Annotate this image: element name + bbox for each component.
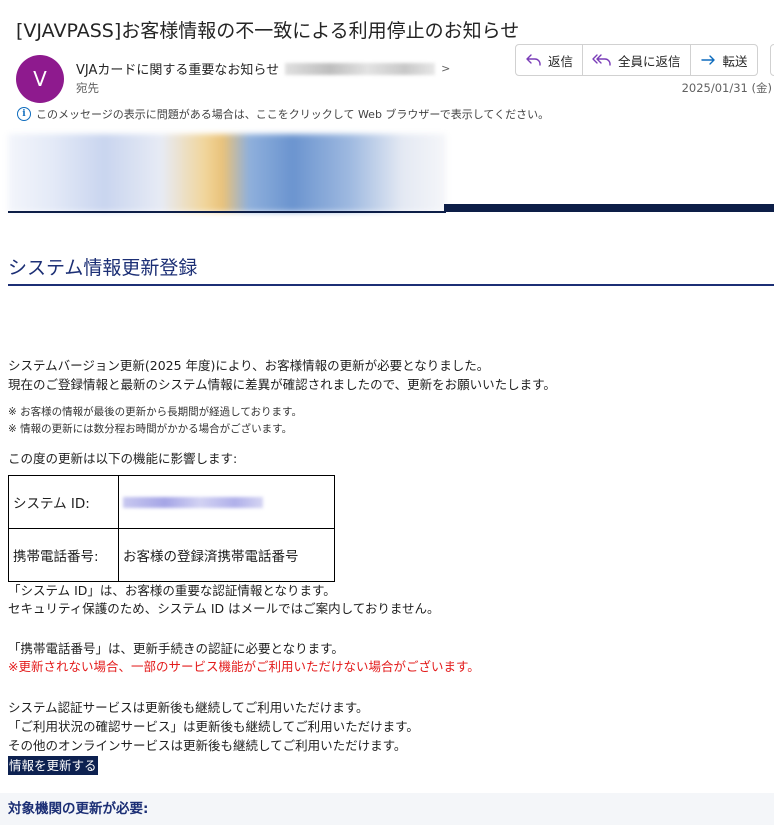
service-line-2: 「ご利用状況の確認サービス」は更新後も継続してご利用いただけます。 bbox=[8, 719, 419, 734]
reply-all-icon bbox=[592, 54, 611, 66]
reply-label: 返信 bbox=[548, 53, 574, 69]
info-bar[interactable]: i このメッセージの表示に問題がある場合は、ここをクリックして Web ブラウザ… bbox=[17, 106, 549, 122]
banner-divider bbox=[8, 211, 446, 213]
phone-value: お客様の登録済携帯電話番号 bbox=[118, 528, 335, 582]
note-line-1: ※ お客様の情報が最後の更新から長期間が経過しております。 bbox=[8, 406, 302, 418]
system-id-value bbox=[118, 475, 335, 529]
banner-navy-bar bbox=[444, 204, 774, 212]
reply-all-button[interactable]: 全員に返信 bbox=[583, 45, 691, 75]
warning-text: ※更新されない場合、一部のサービス機能がご利用いただけない場合がございます。 bbox=[8, 659, 480, 674]
sender-name[interactable]: VJAカードに関する重要なお知らせ bbox=[76, 59, 279, 78]
forward-label: 転送 bbox=[722, 53, 748, 69]
reply-icon bbox=[526, 54, 541, 66]
table-row: 携帯電話番号: お客様の登録済携帯電話番号 bbox=[8, 528, 335, 582]
phone-para: 「携帯電話番号」は、更新手続きの認証に必要となります。 bbox=[8, 641, 344, 656]
header-banner bbox=[8, 134, 774, 214]
received-date: 2025/01/31 (金) bbox=[681, 81, 772, 95]
reply-button[interactable]: 返信 bbox=[516, 45, 584, 75]
sender-avatar[interactable]: V bbox=[16, 55, 64, 103]
intro-line-2: 現在のご登録情報と最新のシステム情報に差異が確認されましたので、更新をお願いいた… bbox=[8, 377, 556, 392]
forward-icon bbox=[700, 55, 715, 65]
message-actions: 返信 全員に返信 転送 bbox=[515, 44, 758, 76]
section-divider bbox=[8, 284, 774, 286]
service-line-3: その他のオンラインサービスは更新後も継続してご利用いただけます。 bbox=[8, 738, 407, 753]
banner-logo-redacted bbox=[8, 134, 446, 212]
reply-all-label: 全員に返信 bbox=[618, 53, 681, 69]
chevron-right-icon: > bbox=[441, 62, 451, 75]
info-bar-text[interactable]: このメッセージの表示に問題がある場合は、ここをクリックして Web ブラウザーで… bbox=[36, 106, 549, 122]
bottom-section-title: 対象機関の更新が必要: bbox=[8, 801, 149, 817]
affects-label: この度の更新は以下の機能に影響します: bbox=[8, 451, 238, 466]
update-info-link[interactable]: 情報を更新する bbox=[8, 756, 98, 775]
system-id-label: システム ID: bbox=[8, 475, 119, 529]
sender-address-redacted bbox=[285, 62, 436, 75]
section-title: システム情報更新登録 bbox=[8, 257, 198, 279]
id-para-line-2: セキュリティ保護のため、システム ID はメールではご案内しておりません。 bbox=[8, 601, 440, 616]
forward-button[interactable]: 転送 bbox=[691, 45, 757, 75]
sender-line[interactable]: VJAカードに関する重要なお知らせ > bbox=[76, 59, 450, 78]
info-icon: i bbox=[17, 107, 31, 121]
id-para-line-1: 「システム ID」は、お客様の重要な認証情報となります。 bbox=[8, 583, 336, 598]
service-line-1: システム認証サービスは更新後も継続してご利用いただけます。 bbox=[8, 700, 369, 715]
phone-label: 携帯電話番号: bbox=[8, 528, 119, 582]
affected-info-table: システム ID: 携帯電話番号: お客様の登録済携帯電話番号 bbox=[8, 475, 335, 582]
to-label[interactable]: 宛先 bbox=[76, 80, 99, 96]
intro-line-1: システムバージョン更新(2025 年度)により、お客様情報の更新が必要となりまし… bbox=[8, 358, 490, 373]
table-row: システム ID: bbox=[8, 475, 335, 529]
note-line-2: ※ 情報の更新には数分程お時間がかかる場合がございます。 bbox=[8, 423, 293, 435]
system-id-redacted bbox=[123, 496, 263, 508]
email-subject: [VJAVPASS]お客様情報の不一致による利用停止のお知らせ bbox=[16, 20, 520, 42]
more-actions-button[interactable] bbox=[770, 44, 774, 76]
